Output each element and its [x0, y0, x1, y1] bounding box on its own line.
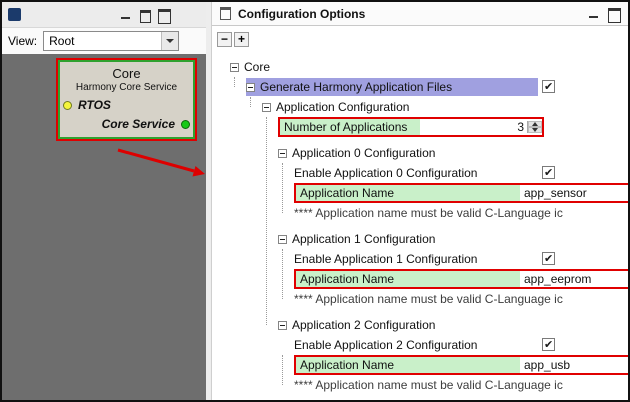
application-name-label: Application Name: [296, 271, 520, 287]
number-of-applications-spinner: [527, 121, 542, 133]
application-2-name-row: Application Name app_usb: [212, 355, 628, 375]
view-select[interactable]: Root: [43, 31, 179, 51]
tree-node-core: Core: [212, 57, 628, 77]
view-label: View:: [8, 34, 37, 48]
maximize-icon[interactable]: [608, 8, 620, 19]
panel-title: Configuration Options: [238, 7, 365, 21]
panel-doc-icon: [220, 7, 231, 20]
graph-canvas[interactable]: Core Harmony Core Service RTOS Core Serv…: [2, 54, 206, 400]
application-0-name-input[interactable]: app_sensor: [520, 185, 628, 201]
collapse-toggle-icon[interactable]: [262, 103, 271, 112]
mhc-window: View: Root Core Harmony Core Service RTO…: [0, 0, 630, 402]
enable-application-2-label: Enable Application 2 Configuration: [294, 338, 477, 352]
application-name-label: Application Name: [296, 185, 520, 201]
number-of-applications-value[interactable]: 3: [517, 120, 527, 134]
tree-node-application-0: Application 0 Configuration: [212, 143, 628, 163]
tree-node-application-1: Application 1 Configuration: [212, 229, 628, 249]
application-1-name-input[interactable]: app_eeprom: [520, 271, 628, 287]
application-0-name-field: Application Name app_sensor: [294, 183, 628, 203]
collapse-toggle-icon[interactable]: [246, 83, 255, 92]
float-window-icon[interactable]: [139, 9, 151, 20]
application-1-section-label: Application 1 Configuration: [292, 232, 435, 246]
collapse-all-button[interactable]: −: [217, 32, 232, 47]
collapse-toggle-icon[interactable]: [230, 63, 239, 72]
maximize-icon[interactable]: [158, 9, 170, 20]
application-1-name-row: Application Name app_eeprom: [212, 269, 628, 289]
graph-panel: View: Root Core Harmony Core Service RTO…: [2, 2, 206, 400]
view-row: View: Root: [2, 28, 206, 54]
application-2-note-row: **** Application name must be valid C-La…: [212, 375, 628, 395]
tree-node-application-2: Application 2 Configuration: [212, 315, 628, 335]
expand-all-button[interactable]: +: [234, 32, 249, 47]
number-of-applications-label: Number of Applications: [280, 119, 420, 135]
enable-application-2-checkbox[interactable]: [542, 338, 555, 351]
collapse-toggle-icon[interactable]: [278, 321, 287, 330]
number-of-applications-row: Number of Applications 3: [212, 117, 628, 137]
generate-files-label: Generate Harmony Application Files: [260, 80, 452, 94]
enable-application-0-label: Enable Application 0 Configuration: [294, 166, 477, 180]
application-1-note: **** Application name must be valid C-La…: [294, 292, 563, 306]
selected-row-highlight: Generate Harmony Application Files: [246, 78, 538, 96]
enable-application-0-checkbox[interactable]: [542, 166, 555, 179]
enable-application-0-row: Enable Application 0 Configuration: [212, 163, 628, 183]
tree-node-application-configuration: Application Configuration: [212, 97, 628, 117]
panel-window-icon: [8, 8, 21, 21]
view-select-value: Root: [49, 34, 74, 48]
application-1-note-row: **** Application name must be valid C-La…: [212, 289, 628, 309]
minimize-icon[interactable]: [588, 8, 600, 19]
tree-node-generate-files[interactable]: Generate Harmony Application Files: [212, 77, 628, 97]
application-1-name-field: Application Name app_eeprom: [294, 269, 628, 289]
generate-files-checkbox[interactable]: [542, 80, 555, 93]
collapse-toggle-icon[interactable]: [278, 149, 287, 158]
application-2-name-field: Application Name app_usb: [294, 355, 628, 375]
application-2-section-label: Application 2 Configuration: [292, 318, 435, 332]
configuration-options-panel: Configuration Options − + Core: [212, 2, 628, 400]
application-1-name-value[interactable]: app_eeprom: [524, 272, 591, 286]
tree-toolbar: − +: [212, 26, 628, 52]
application-0-note-row: **** Application name must be valid C-La…: [212, 203, 628, 223]
collapse-toggle-icon[interactable]: [278, 235, 287, 244]
number-of-applications-field: Number of Applications 3: [278, 117, 544, 137]
application-name-label: Application Name: [296, 357, 520, 373]
enable-application-2-row: Enable Application 2 Configuration: [212, 335, 628, 355]
spinner-down-button[interactable]: [528, 127, 542, 133]
application-2-name-value[interactable]: app_usb: [524, 358, 570, 372]
application-2-note: **** Application name must be valid C-La…: [294, 378, 563, 392]
minimize-icon[interactable]: [120, 9, 132, 20]
chevron-down-icon[interactable]: [161, 32, 178, 50]
application-2-name-input[interactable]: app_usb: [520, 357, 628, 373]
enable-application-1-row: Enable Application 1 Configuration: [212, 249, 628, 269]
graph-panel-titlebar: [2, 2, 206, 28]
enable-application-1-checkbox[interactable]: [542, 252, 555, 265]
selection-arrow: [2, 54, 206, 400]
configuration-options-titlebar: Configuration Options: [212, 2, 628, 26]
application-configuration-label: Application Configuration: [276, 100, 409, 114]
tree-node-core-label: Core: [244, 60, 270, 74]
enable-application-1-label: Enable Application 1 Configuration: [294, 252, 477, 266]
application-0-section-label: Application 0 Configuration: [292, 146, 435, 160]
configuration-tree: Core Generate Harmony Application Files …: [212, 52, 628, 400]
application-0-note: **** Application name must be valid C-La…: [294, 206, 563, 220]
application-0-name-value[interactable]: app_sensor: [524, 186, 587, 200]
application-0-name-row: Application Name app_sensor: [212, 183, 628, 203]
number-of-applications-input[interactable]: 3: [420, 119, 542, 135]
